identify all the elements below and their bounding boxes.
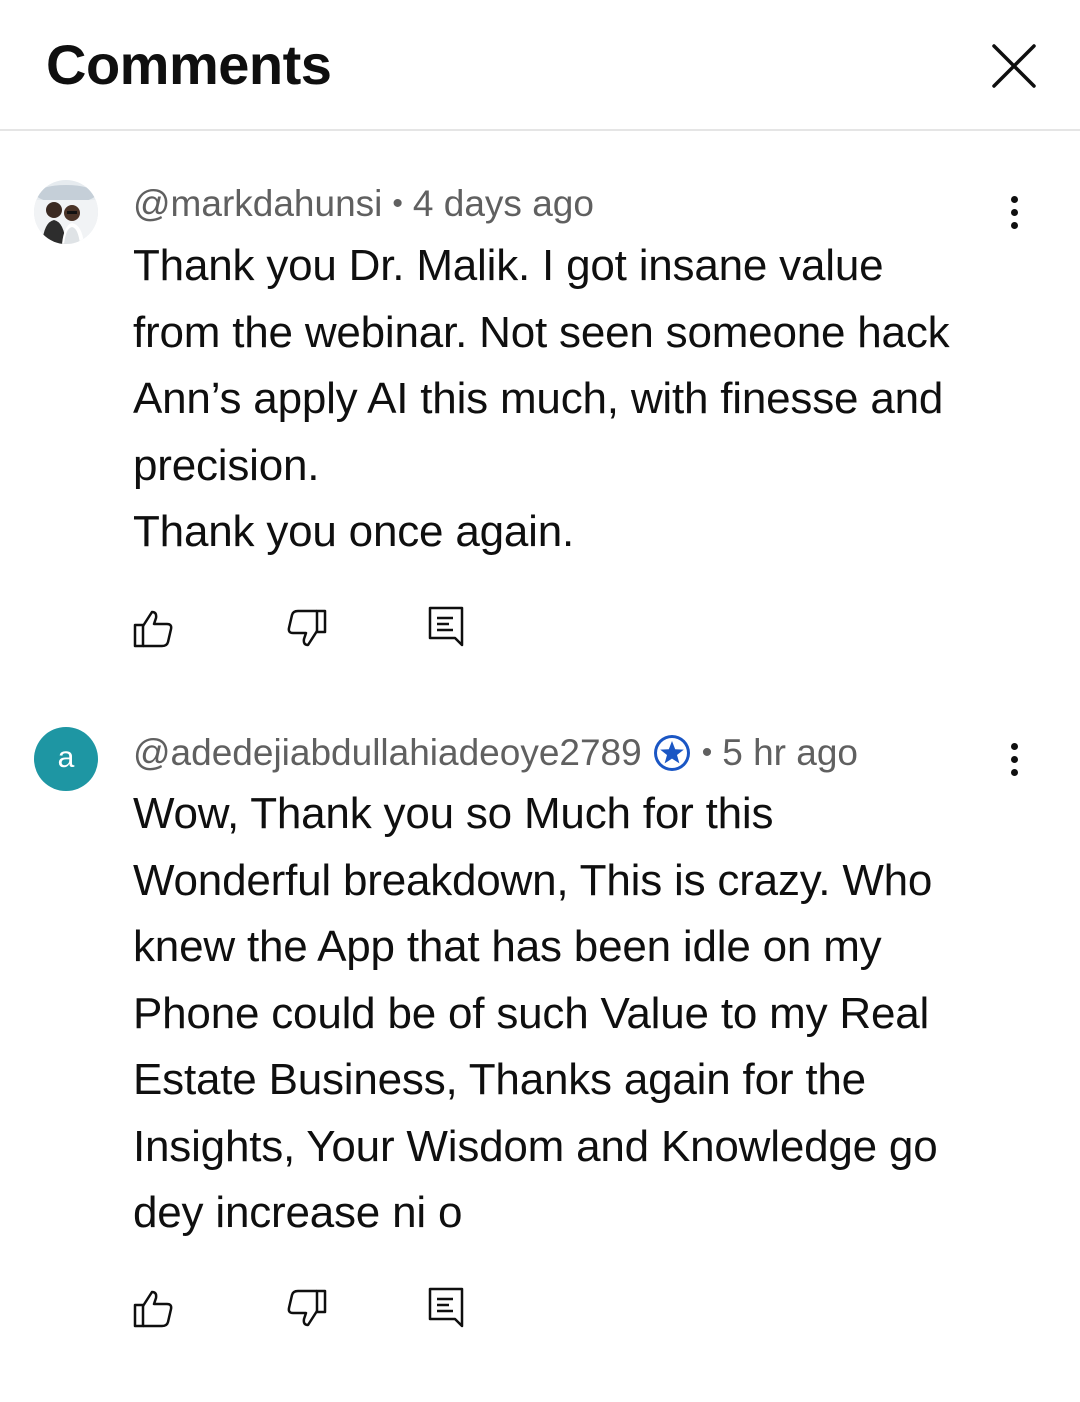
avatar[interactable]: a xyxy=(34,727,98,791)
comments-header: Comments xyxy=(0,0,1080,131)
reply-button[interactable] xyxy=(425,604,469,648)
like-button[interactable] xyxy=(131,1287,175,1331)
comment-more-button[interactable] xyxy=(996,733,1032,787)
star-badge-icon xyxy=(653,735,690,771)
comment-meta: @adedejiabdullahiadeoye2789 • 5 hr ago xyxy=(133,731,858,775)
dislike-button[interactable] xyxy=(285,1286,329,1330)
thumbs-down-icon xyxy=(287,1289,327,1327)
comment-author[interactable]: @adedejiabdullahiadeoye2789 xyxy=(133,731,642,775)
reply-icon xyxy=(428,1287,464,1328)
reply-button[interactable] xyxy=(425,1285,469,1329)
dislike-button[interactable] xyxy=(285,606,329,650)
like-button[interactable] xyxy=(131,607,175,651)
avatar-letter: a xyxy=(57,741,75,774)
reply-icon xyxy=(428,606,464,647)
comment-meta: @markdahunsi • 4 days ago xyxy=(133,182,594,226)
comment-time[interactable]: 5 hr ago xyxy=(722,731,858,775)
avatar[interactable] xyxy=(34,180,98,244)
comment-author[interactable]: @markdahunsi xyxy=(133,182,382,226)
close-button[interactable] xyxy=(988,40,1040,92)
comment-more-button[interactable] xyxy=(996,186,1032,240)
thumbs-up-icon xyxy=(133,1290,173,1328)
page-title: Comments xyxy=(46,33,332,96)
comment-text: Wow, Thank you so Much for this Wonderfu… xyxy=(133,789,938,1237)
thumbs-down-icon xyxy=(287,609,327,647)
comment-time[interactable]: 4 days ago xyxy=(413,182,594,226)
meta-separator: • xyxy=(701,736,713,769)
thumbs-up-icon xyxy=(133,610,173,648)
meta-separator: • xyxy=(392,187,403,220)
comment-text: Thank you Dr. Malik. I got insane value … xyxy=(133,241,950,556)
avatar-photo-icon xyxy=(34,180,98,244)
close-icon xyxy=(992,44,1036,88)
